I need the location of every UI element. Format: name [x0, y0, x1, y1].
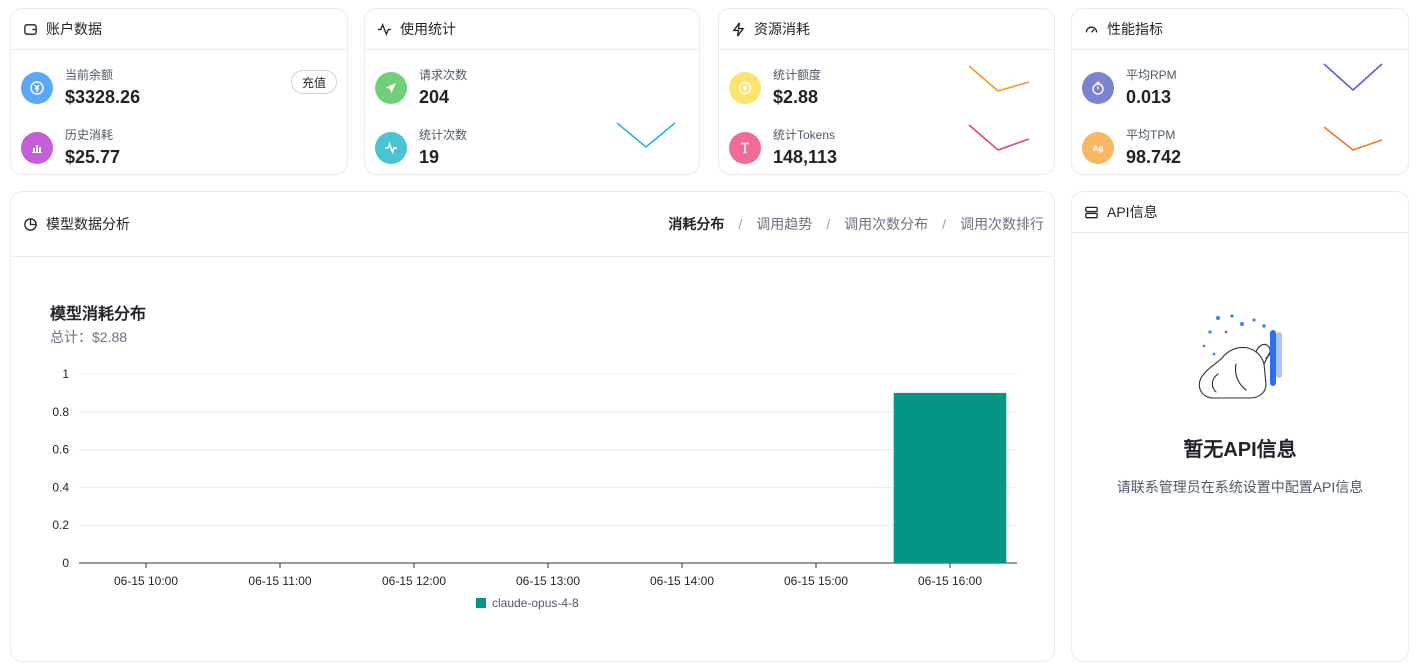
requests-stat: 请求次数 204 [375, 67, 467, 109]
count-value: 19 [419, 147, 440, 167]
analysis-card-title: 模型数据分析 [46, 216, 130, 232]
x-tick-label: 06-15 15:00 [784, 574, 848, 588]
tab-call-trend[interactable]: 调用趋势 [756, 214, 812, 234]
server-icon [1085, 206, 1098, 218]
empty-title: 暂无API信息 [1183, 439, 1297, 461]
tokens-sparkline [968, 124, 1030, 151]
recharge-button[interactable]: 充值 [290, 70, 337, 94]
performance-card-header: 性能指标 [1072, 9, 1408, 50]
stopwatch-icon [1082, 72, 1114, 104]
tokens-value: 148,113 [773, 147, 838, 167]
svg-text:Ag: Ag [1093, 144, 1104, 153]
account-card-header: 账户数据 [11, 9, 347, 50]
balance-value: $3328.26 [65, 87, 141, 107]
resource-card-header: 资源消耗 [719, 9, 1054, 50]
balance-stat: 当前余额 $3328.26 [21, 67, 140, 109]
x-tick-label: 06-15 12:00 [382, 574, 446, 588]
legend-label: claude-opus-4-8 [492, 596, 579, 610]
activity-icon [377, 22, 392, 36]
empty-description: 请联系管理员在系统设置中配置API信息 [1116, 479, 1364, 495]
legend-swatch [476, 598, 486, 608]
usage-card: 使用统计 请求次数 204 统计次数 19 [364, 8, 700, 175]
account-card-title: 账户数据 [46, 21, 102, 37]
count-stat: 统计次数 19 [375, 127, 467, 169]
tab-separator: / [942, 215, 946, 232]
balance-label: 当前余额 [65, 68, 114, 82]
rpm-value: 0.013 [1126, 87, 1172, 107]
tokens-stat: 统计Tokens 148,113 [729, 127, 837, 169]
usage-card-title: 使用统计 [400, 21, 456, 37]
account-card: 账户数据 当前余额 $3328.26 充值 历史消耗 $25.77 [10, 8, 348, 175]
pulse-icon [375, 132, 407, 164]
x-tick-label: 06-15 13:00 [516, 574, 580, 588]
rpm-sparkline [1323, 63, 1383, 92]
ag-icon: Ag [1082, 132, 1114, 164]
chart-subtitle: 总计：$2.88 [50, 329, 128, 345]
x-tick-label: 06-15 11:00 [248, 574, 311, 588]
empty-illustration [1198, 314, 1282, 399]
x-tick-label: 06-15 16:00 [918, 574, 982, 588]
tokens-label: 统计Tokens [773, 128, 836, 142]
tab-cost-distribution[interactable]: 消耗分布 [668, 214, 724, 234]
y-tick-label: 0.4 [52, 480, 69, 494]
text-t-icon [729, 132, 761, 164]
tab-call-count-distribution[interactable]: 调用次数分布 [844, 214, 928, 234]
count-label: 统计次数 [419, 128, 468, 142]
usage-card-header: 使用统计 [365, 9, 699, 50]
analysis-card: 模型数据分析 消耗分布 / 调用趋势 / 调用次数分布 / 调用次数排行 模型消… [10, 191, 1055, 662]
quota-stat: 统计额度 $2.88 [729, 67, 821, 109]
quota-value: $2.88 [773, 87, 819, 107]
lightning-icon [732, 22, 745, 36]
rpm-stat: 平均RPM 0.013 [1082, 67, 1177, 109]
tpm-label: 平均TPM [1126, 128, 1176, 142]
bar [893, 392, 1007, 563]
chart-title: 模型消耗分布 [50, 306, 147, 323]
y-tick-label: 0.6 [52, 443, 69, 457]
y-tick-label: 1 [62, 367, 69, 381]
y-tick-label: 0 [62, 556, 69, 570]
resource-card-title: 资源消耗 [754, 21, 810, 37]
y-tick-label: 0.8 [52, 405, 69, 419]
tab-separator: / [826, 215, 831, 232]
gauge-icon [1085, 26, 1098, 33]
quota-label: 统计额度 [773, 68, 822, 82]
resource-card: 资源消耗 统计额度 $2.88 统计Tokens 148,113 [718, 8, 1055, 175]
performance-card-title: 性能指标 [1107, 21, 1163, 37]
bar-chart-icon [21, 132, 53, 164]
send-icon [375, 72, 407, 104]
wallet-icon [24, 23, 37, 35]
x-tick-label: 06-15 14:00 [650, 574, 714, 588]
count-sparkline [616, 122, 676, 149]
api-info-card: API信息 暂无API信息 请联系管理员在系统设置中配置API信息 [1071, 191, 1409, 662]
analysis-tabs: 消耗分布 / 调用趋势 / 调用次数分布 / 调用次数排行 [668, 192, 1044, 255]
y-tick-label: 0.2 [52, 518, 69, 532]
requests-label: 请求次数 [419, 68, 468, 82]
coin-icon [729, 72, 761, 104]
tpm-value: 98.742 [1126, 147, 1182, 167]
spent-value: $25.77 [65, 147, 121, 167]
tab-call-count-ranking[interactable]: 调用次数排行 [960, 214, 1044, 234]
api-info-card-title: API信息 [1107, 204, 1158, 220]
requests-value: 204 [419, 87, 450, 107]
x-tick-label: 06-15 10:00 [114, 574, 178, 588]
quota-sparkline [968, 65, 1030, 92]
spent-label: 历史消耗 [65, 128, 114, 142]
tpm-stat: Ag 平均TPM 98.742 [1082, 127, 1181, 169]
balance-icon [21, 72, 53, 104]
tpm-sparkline [1323, 126, 1383, 151]
cost-distribution-chart: 0 0.2 0.4 0.6 0.8 1 06-15 10:00 06-15 11:00 06-1… [52, 367, 1017, 610]
spent-stat: 历史消耗 $25.77 [21, 127, 120, 169]
pie-chart-icon [24, 217, 37, 231]
api-info-card-header: API信息 [1072, 192, 1408, 233]
performance-card: 性能指标 平均RPM 0.013 Ag 平均TPM 98.742 [1071, 8, 1409, 175]
tab-separator: / [738, 215, 743, 232]
rpm-label: 平均RPM [1126, 68, 1177, 82]
